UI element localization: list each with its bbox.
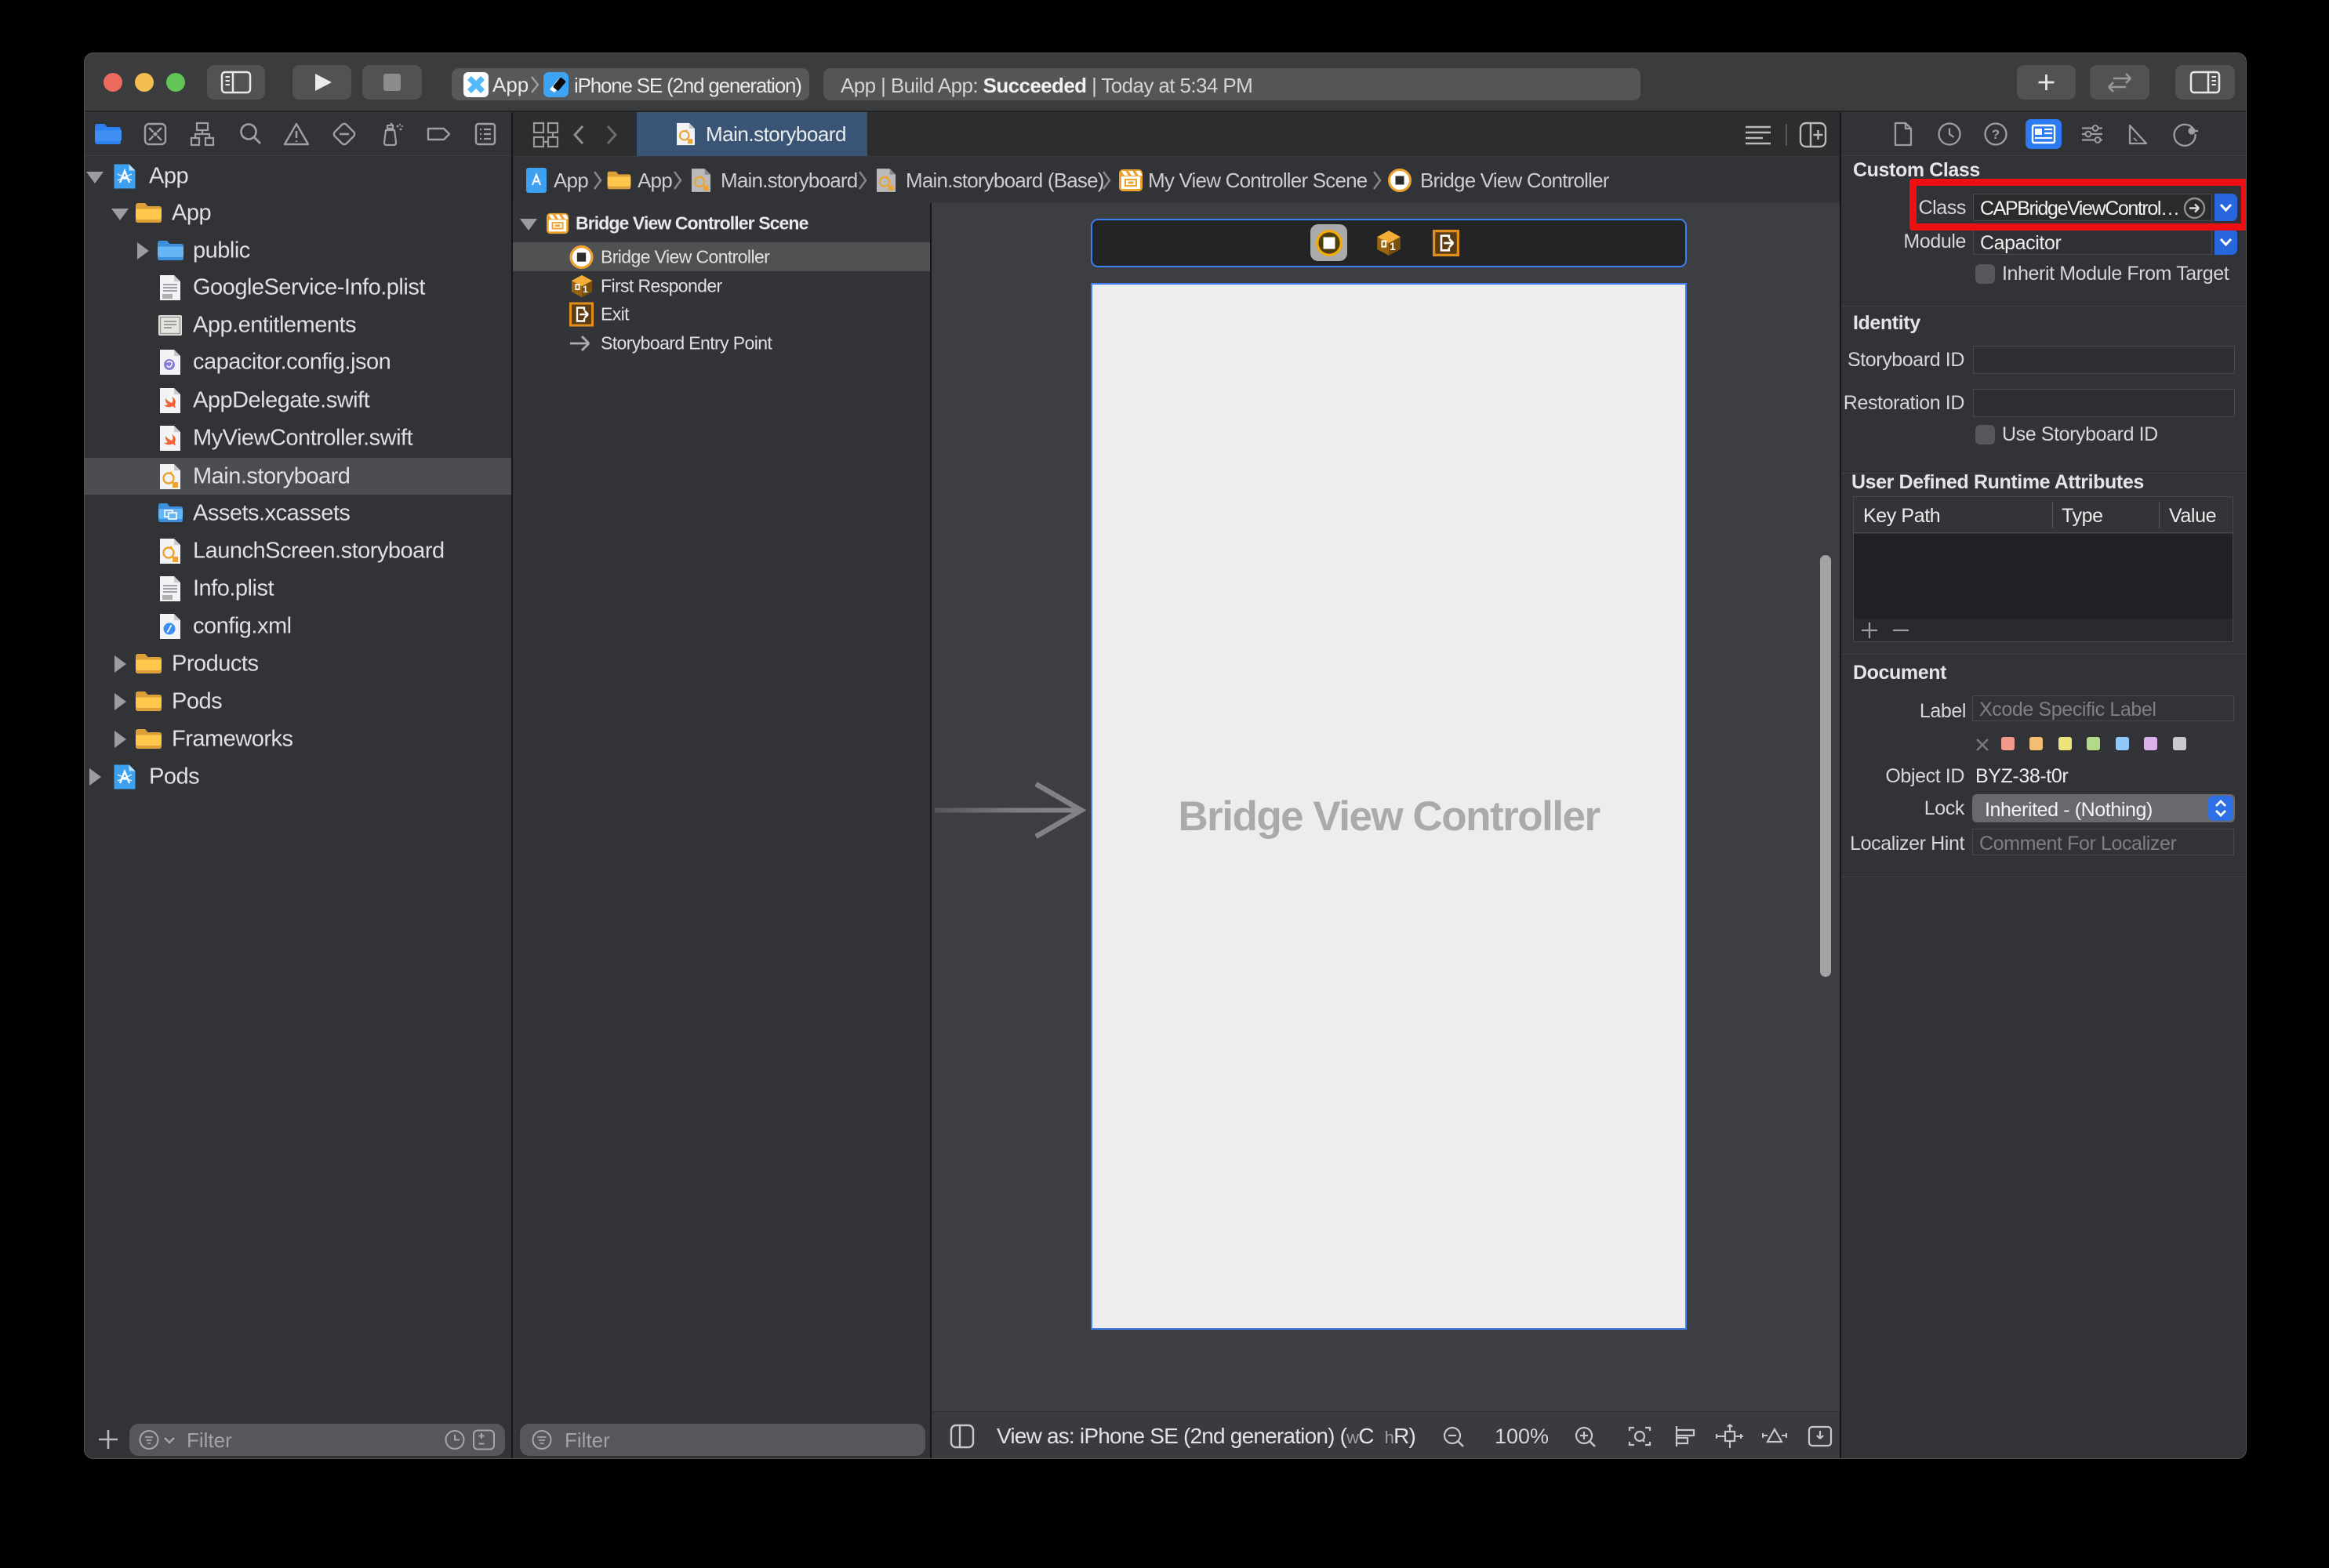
svg-text:1: 1 bbox=[1390, 241, 1396, 252]
svg-text:1: 1 bbox=[583, 284, 588, 295]
svg-text:?: ? bbox=[1992, 127, 2000, 142]
